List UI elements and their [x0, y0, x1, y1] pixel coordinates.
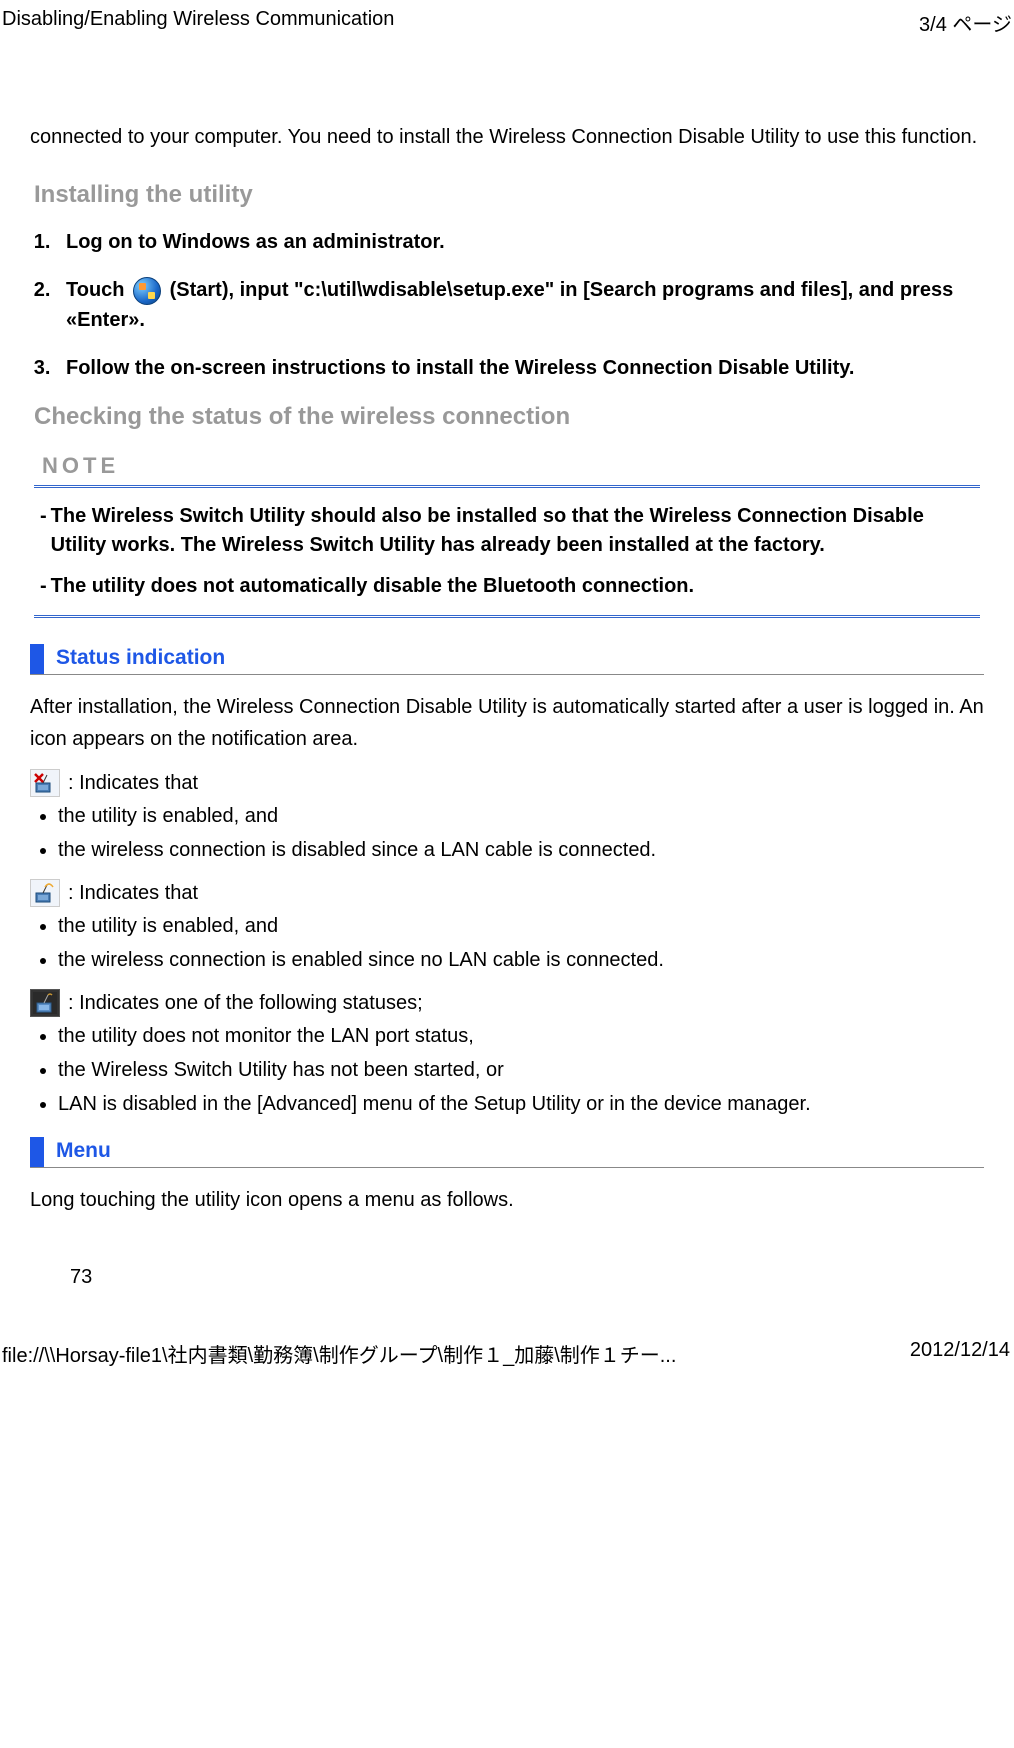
- list-item: LAN is disabled in the [Advanced] menu o…: [58, 1089, 984, 1119]
- checking-heading: Checking the status of the wireless conn…: [34, 403, 984, 431]
- step2-pre: Touch: [66, 279, 130, 301]
- status-indication-title: Status indication: [56, 646, 225, 673]
- list-item: the utility is enabled, and: [58, 801, 984, 831]
- note-item-1: - The Wireless Switch Utility should als…: [40, 502, 974, 560]
- note-item-2: - The utility does not automatically dis…: [40, 572, 974, 601]
- install-step-2: Touch (Start), input "c:\util\wdisable\s…: [56, 275, 984, 335]
- install-step-3: Follow the on-screen instructions to ins…: [56, 353, 984, 383]
- status-icon-2-bullets: the utility is enabled, and the wireless…: [30, 911, 984, 975]
- note-text-1: The Wireless Switch Utility should also …: [51, 502, 974, 560]
- header-page-indicator: 3/4 ページ: [919, 8, 1012, 37]
- menu-section-header: Menu: [30, 1137, 984, 1168]
- menu-title: Menu: [56, 1139, 111, 1166]
- status-icon-1-bullets: the utility is enabled, and the wireless…: [30, 801, 984, 865]
- wireless-disabled-icon: [30, 769, 60, 797]
- status-icon-2-label: : Indicates that: [68, 882, 198, 905]
- note-box: - The Wireless Switch Utility should als…: [34, 485, 980, 618]
- status-icon-3-label: : Indicates one of the following statuse…: [68, 992, 423, 1015]
- status-icon-1-label: : Indicates that: [68, 772, 198, 795]
- status-indication-section-header: Status indication: [30, 644, 984, 675]
- status-icon-2-row: : Indicates that: [30, 879, 984, 907]
- note-dash: -: [40, 572, 47, 601]
- content-area: connected to your computer. You need to …: [0, 41, 1014, 1319]
- note-label: NOTE: [42, 453, 984, 479]
- install-step-1: Log on to Windows as an administrator.: [56, 227, 984, 257]
- header-title: Disabling/Enabling Wireless Communicatio…: [2, 8, 394, 37]
- note-dash: -: [40, 502, 47, 560]
- page-number: 73: [70, 1266, 984, 1289]
- step2-post: (Start), input "c:\util\wdisable\setup.e…: [66, 279, 953, 331]
- note-text-2: The utility does not automatically disab…: [51, 572, 974, 601]
- blue-bar-icon: [30, 644, 44, 674]
- list-item: the Wireless Switch Utility has not been…: [58, 1055, 984, 1085]
- status-icon-3-bullets: the utility does not monitor the LAN por…: [30, 1021, 984, 1119]
- footer-date: 2012/12/14: [910, 1339, 1010, 1368]
- installing-heading: Installing the utility: [34, 181, 984, 209]
- list-item: the wireless connection is enabled since…: [58, 945, 984, 975]
- install-steps-list: Log on to Windows as an administrator. T…: [30, 227, 984, 383]
- blue-bar-icon: [30, 1137, 44, 1167]
- list-item: the utility does not monitor the LAN por…: [58, 1021, 984, 1051]
- list-item: the wireless connection is disabled sinc…: [58, 835, 984, 865]
- wireless-enabled-icon: [30, 879, 60, 907]
- status-intro: After installation, the Wireless Connect…: [30, 691, 984, 755]
- status-icon-3-row: : Indicates one of the following statuse…: [30, 989, 984, 1017]
- windows-start-icon: [133, 277, 161, 305]
- wireless-unknown-icon: [30, 989, 60, 1017]
- footer-path: file://\\Horsay-file1\社内書類\勤務簿\制作グループ\制作…: [2, 1339, 676, 1368]
- list-item: the utility is enabled, and: [58, 911, 984, 941]
- intro-paragraph: connected to your computer. You need to …: [30, 121, 984, 153]
- page-footer: file://\\Horsay-file1\社内書類\勤務簿\制作グループ\制作…: [0, 1319, 1014, 1372]
- status-icon-1-row: : Indicates that: [30, 769, 984, 797]
- menu-text: Long touching the utility icon opens a m…: [30, 1184, 984, 1216]
- page-header: Disabling/Enabling Wireless Communicatio…: [0, 0, 1014, 41]
